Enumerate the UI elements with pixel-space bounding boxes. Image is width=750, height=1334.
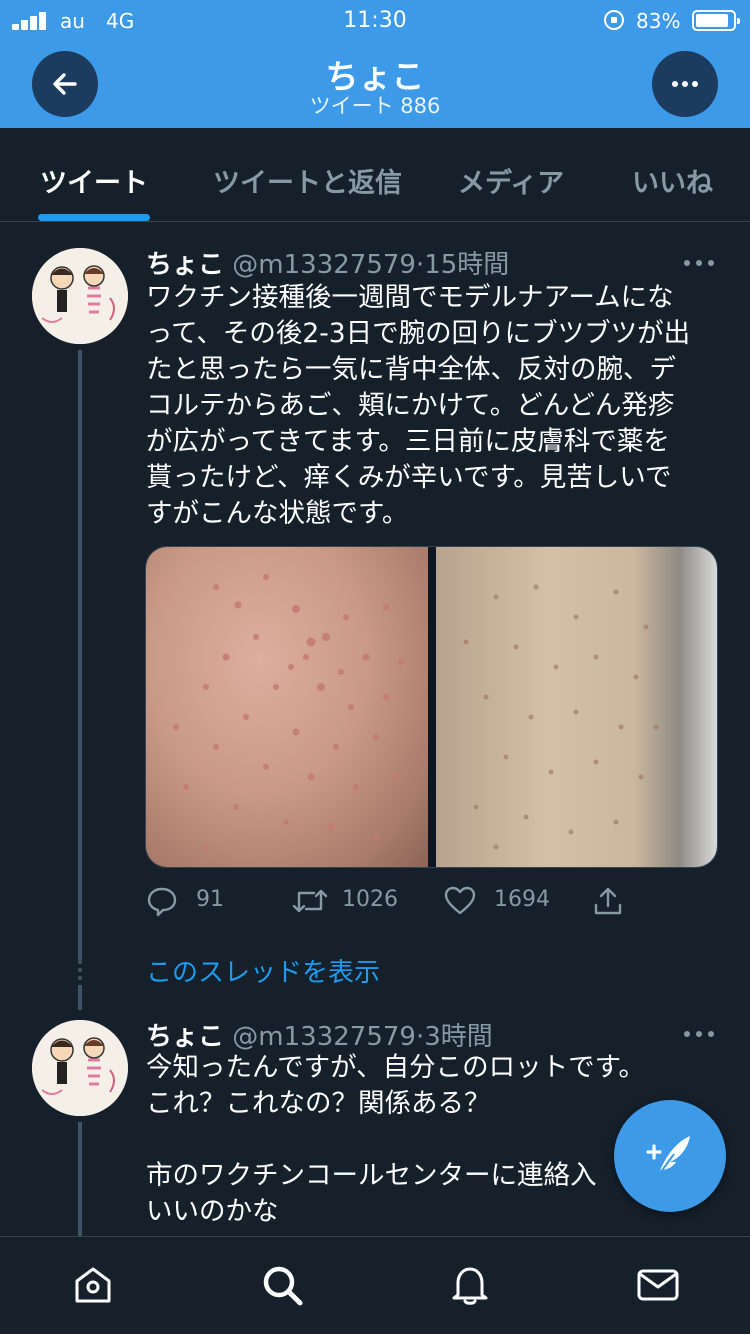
- profile-header: au 4G 11:30 83% ちょこ ツイート 886: [0, 0, 750, 128]
- thread-connector: [78, 985, 82, 1010]
- author-name[interactable]: ちょこ: [146, 1022, 224, 1052]
- share-icon: [594, 887, 622, 915]
- like-count: 1694: [494, 887, 550, 912]
- retweet-button[interactable]: 1026: [292, 882, 402, 922]
- tweet-header: ちょこ @m13327579·15時間: [146, 244, 509, 281]
- tweet-text: ワクチン接種後一週間でモデルナアームにな って、その後2-3日で腕の回りにブツブ…: [146, 282, 691, 529]
- reply-icon: [147, 887, 177, 917]
- tweet-actions: 91 1026 1694: [146, 882, 726, 922]
- thread-connector: [78, 1122, 82, 1236]
- compose-feather-icon: [646, 1136, 690, 1177]
- retweet-icon: [292, 889, 328, 913]
- tweet-count: ツイート 886: [309, 94, 441, 118]
- thread-gap-dots: [78, 960, 82, 980]
- tweet-photo-arm-rash[interactable]: [436, 547, 717, 867]
- tweet-time[interactable]: 15時間: [424, 250, 509, 280]
- active-tab-indicator: [38, 214, 150, 221]
- reply-button[interactable]: 91: [146, 882, 236, 922]
- like-button[interactable]: 1694: [444, 882, 554, 922]
- rotation-lock-icon: [604, 10, 624, 30]
- tweet-menu-button[interactable]: [684, 258, 716, 268]
- nav-messages[interactable]: [636, 1263, 680, 1307]
- profile-tabs: ツイート ツイートと返信 メディア いいね: [0, 128, 750, 222]
- nav-home[interactable]: [71, 1263, 115, 1307]
- rash-photo-image: [173, 574, 404, 850]
- tweet-time[interactable]: 3時間: [424, 1022, 493, 1052]
- tab-tweets-and-replies[interactable]: ツイートと返信: [213, 161, 402, 200]
- tweet-header: ちょこ @m13327579·3時間: [146, 1016, 493, 1053]
- tweet-menu-button[interactable]: [684, 1029, 716, 1039]
- rash-photo-image: [463, 584, 659, 850]
- nav-search[interactable]: [260, 1263, 304, 1307]
- show-thread-link[interactable]: このスレッドを表示: [146, 952, 380, 989]
- compose-tweet-button[interactable]: [614, 1100, 726, 1212]
- status-bar: au 4G 11:30 83%: [0, 0, 750, 42]
- more-horizontal-icon: [672, 81, 698, 87]
- battery-icon: [692, 10, 740, 31]
- bottom-navigation: [0, 1236, 750, 1334]
- separator-dot: ·: [415, 250, 425, 280]
- search-icon: [263, 1266, 303, 1306]
- more-options-button[interactable]: [652, 51, 718, 117]
- tab-media[interactable]: メディア: [458, 161, 564, 200]
- tab-tweets[interactable]: ツイート: [40, 161, 148, 200]
- mail-icon: [637, 1269, 679, 1301]
- avatar-drawing-icon: [32, 248, 128, 344]
- reply-count: 91: [196, 887, 224, 912]
- bell-icon: [452, 1267, 488, 1305]
- author-name[interactable]: ちょこ: [146, 250, 224, 280]
- tab-likes[interactable]: いいね: [632, 161, 713, 200]
- battery-percent: 83%: [636, 9, 681, 33]
- avatar-drawing-icon: [32, 1020, 128, 1116]
- avatar[interactable]: [32, 1020, 128, 1116]
- heart-icon: [444, 886, 476, 915]
- author-handle[interactable]: @m13327579: [232, 1022, 416, 1052]
- thread-connector: [78, 350, 82, 964]
- retweet-count: 1026: [342, 887, 398, 912]
- home-icon: [75, 1267, 111, 1303]
- tweet-media[interactable]: [145, 546, 718, 868]
- separator-dot: ·: [415, 1022, 425, 1052]
- author-handle[interactable]: @m13327579: [232, 250, 416, 280]
- avatar[interactable]: [32, 248, 128, 344]
- nav-notifications[interactable]: [448, 1263, 492, 1307]
- share-button[interactable]: [592, 882, 632, 922]
- tweet-photo-back-rash[interactable]: [146, 547, 428, 867]
